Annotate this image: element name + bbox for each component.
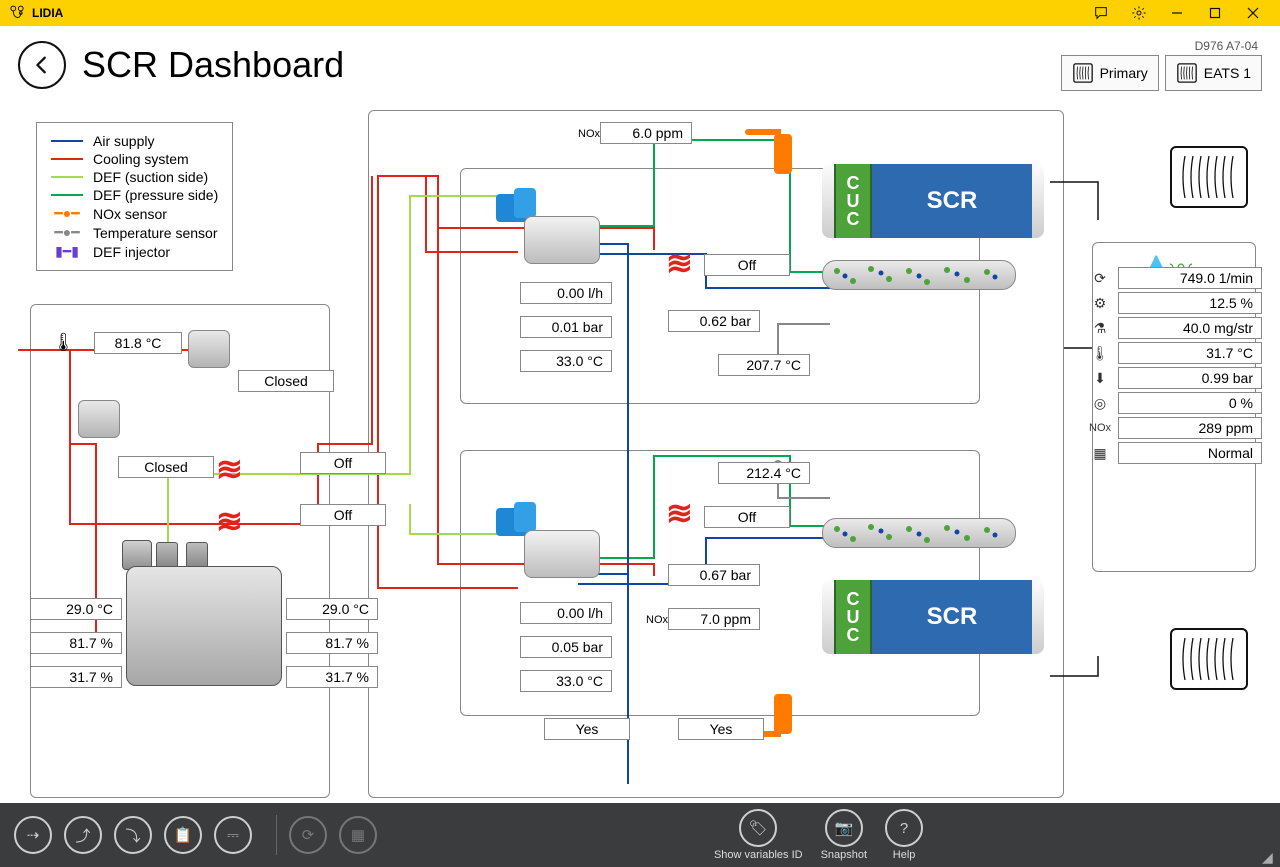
- pressure-icon: ⬇: [1088, 370, 1112, 387]
- ecu-art-bottom: [1170, 628, 1248, 690]
- tank-right-temp: 29.0 °C: [286, 598, 378, 620]
- ecu-icon: [1176, 62, 1198, 84]
- side-rpm: 749.0 1/min: [1118, 267, 1262, 289]
- valve1-state: Closed: [238, 370, 334, 392]
- heater2-state: Off: [300, 504, 386, 526]
- valve2-state: Closed: [118, 456, 214, 478]
- def-pump-1: [490, 188, 620, 272]
- side-ambient: 31.7 °C: [1118, 342, 1262, 364]
- scr-unit-1: CUCSCR: [802, 148, 1054, 268]
- inj2-press: 0.67 bar: [668, 564, 760, 586]
- coolant-temp: 81.8 °C: [94, 332, 182, 354]
- eats-label: EATS 1: [1204, 65, 1251, 81]
- side-status: Normal: [1118, 442, 1262, 464]
- legend-def-suction: DEF (suction side): [93, 169, 208, 185]
- scr-temp2: 212.4 °C: [718, 462, 810, 484]
- tank-left-p1: 81.7 %: [30, 632, 122, 654]
- back-button[interactable]: [18, 41, 66, 89]
- pump2-press: 0.05 bar: [520, 636, 612, 658]
- legend: Air supply Cooling system DEF (suction s…: [36, 122, 233, 271]
- nox-lower: 7.0 ppm: [668, 608, 760, 630]
- scr-temp1: 207.7 °C: [718, 354, 810, 376]
- footer-help[interactable]: ?Help: [885, 809, 923, 861]
- side-baro: 0.99 bar: [1118, 367, 1262, 389]
- legend-temp: Temperature sensor: [93, 225, 218, 241]
- footer-snapshot[interactable]: 📷Snapshot: [821, 809, 867, 861]
- nox-upper: 6.0 ppm: [600, 122, 692, 144]
- pump1-temp: 33.0 °C: [520, 350, 612, 372]
- titlebar: LIDIA: [0, 0, 1280, 26]
- legend-cooling: Cooling system: [93, 151, 189, 167]
- def-pump-2: [490, 502, 620, 586]
- primary-label: Primary: [1100, 65, 1148, 81]
- maximize-button[interactable]: [1196, 0, 1234, 26]
- inj1-state: Off: [704, 254, 790, 276]
- tank-left-temp: 29.0 °C: [30, 598, 122, 620]
- nox-icon: NOx: [1088, 422, 1112, 434]
- side-fuel: 40.0 mg/str: [1118, 317, 1262, 339]
- footer-btn-disabled-2: ▦: [339, 816, 377, 854]
- footer-btn-disabled-1: ⟳: [289, 816, 327, 854]
- inj1-press: 0.62 bar: [668, 310, 760, 332]
- rpm-icon: ⟳: [1088, 270, 1112, 287]
- side-nox: 289 ppm: [1118, 417, 1262, 439]
- heater-icon: ≋: [666, 494, 687, 532]
- yes2: Yes: [678, 718, 764, 740]
- ecu-art-top: [1170, 146, 1248, 208]
- coolant-valve-1: [188, 330, 230, 368]
- side-load: 12.5 %: [1118, 292, 1262, 314]
- header: SCR Dashboard D976 A7-04 Primary EATS 1: [0, 26, 1280, 104]
- fuel-icon: ⚗: [1088, 320, 1112, 337]
- yes1: Yes: [544, 718, 630, 740]
- chat-icon[interactable]: [1082, 0, 1120, 26]
- coolant-valve-2: [78, 400, 120, 438]
- pump2-flow: 0.00 l/h: [520, 602, 612, 624]
- egr-icon: ◎: [1088, 395, 1112, 412]
- pump2-temp: 33.0 °C: [520, 670, 612, 692]
- temp-icon: 🌡: [1088, 345, 1112, 362]
- status-icon: ▦: [1088, 445, 1112, 462]
- inj2-state: Off: [704, 506, 790, 528]
- eats-ecu-button[interactable]: EATS 1: [1165, 55, 1262, 91]
- legend-def-pressure: DEF (pressure side): [93, 187, 218, 203]
- heater-icon: ≋: [216, 502, 237, 540]
- mixer-tube-1: [822, 260, 1016, 290]
- footer-btn-export[interactable]: ⤴: [64, 816, 102, 854]
- page-title: SCR Dashboard: [82, 44, 344, 86]
- tank-right-p2: 31.7 %: [286, 666, 378, 688]
- resize-handle-icon[interactable]: ◢: [1262, 849, 1276, 863]
- side-panel: ⟳ 749.0 1/min ⚙ 12.5 % ⚗ 40.0 mg/str 🌡 31.7 …: [1088, 264, 1262, 467]
- heater-icon: ≋: [216, 450, 237, 488]
- pump1-press: 0.01 bar: [520, 316, 612, 338]
- load-icon: ⚙: [1088, 295, 1112, 312]
- legend-injector: DEF injector: [93, 244, 170, 260]
- app-icon: [8, 4, 26, 22]
- tank-left-p2: 31.7 %: [30, 666, 122, 688]
- side-egr: 0 %: [1118, 392, 1262, 414]
- mixer-tube-2: [822, 518, 1016, 548]
- legend-air: Air supply: [93, 133, 154, 149]
- tank-right-p1: 81.7 %: [286, 632, 378, 654]
- footer-btn-clipboard[interactable]: 📋: [164, 816, 202, 854]
- heater-icon: ≋: [666, 244, 687, 282]
- footer-btn-import[interactable]: ⤵: [114, 816, 152, 854]
- thermometer-icon: 🌡: [52, 332, 75, 353]
- minimize-button[interactable]: [1158, 0, 1196, 26]
- ecu-icon: [1072, 62, 1094, 84]
- engine-id: D976 A7-04: [1061, 39, 1258, 53]
- footer-btn-plug[interactable]: ⎓: [214, 816, 252, 854]
- def-tank: [122, 540, 288, 690]
- legend-nox: NOx sensor: [93, 206, 167, 222]
- pump1-flow: 0.00 l/h: [520, 282, 612, 304]
- footer-show-vars[interactable]: 🏷Show variables ID: [714, 809, 803, 861]
- diagram-canvas: Air supply Cooling system DEF (suction s…: [18, 104, 1262, 800]
- close-button[interactable]: [1234, 0, 1272, 26]
- app-name: LIDIA: [32, 6, 63, 20]
- heater1-state: Off: [300, 452, 386, 474]
- settings-icon[interactable]: [1120, 0, 1158, 26]
- scr-unit-2: CUCSCR: [802, 564, 1054, 684]
- footer-toolbar: ⇢ ⤴ ⤵ 📋 ⎓ ⟳ ▦ 🏷Show variables ID 📷Snapsh…: [0, 803, 1280, 867]
- footer-btn-1[interactable]: ⇢: [14, 816, 52, 854]
- primary-ecu-button[interactable]: Primary: [1061, 55, 1159, 91]
